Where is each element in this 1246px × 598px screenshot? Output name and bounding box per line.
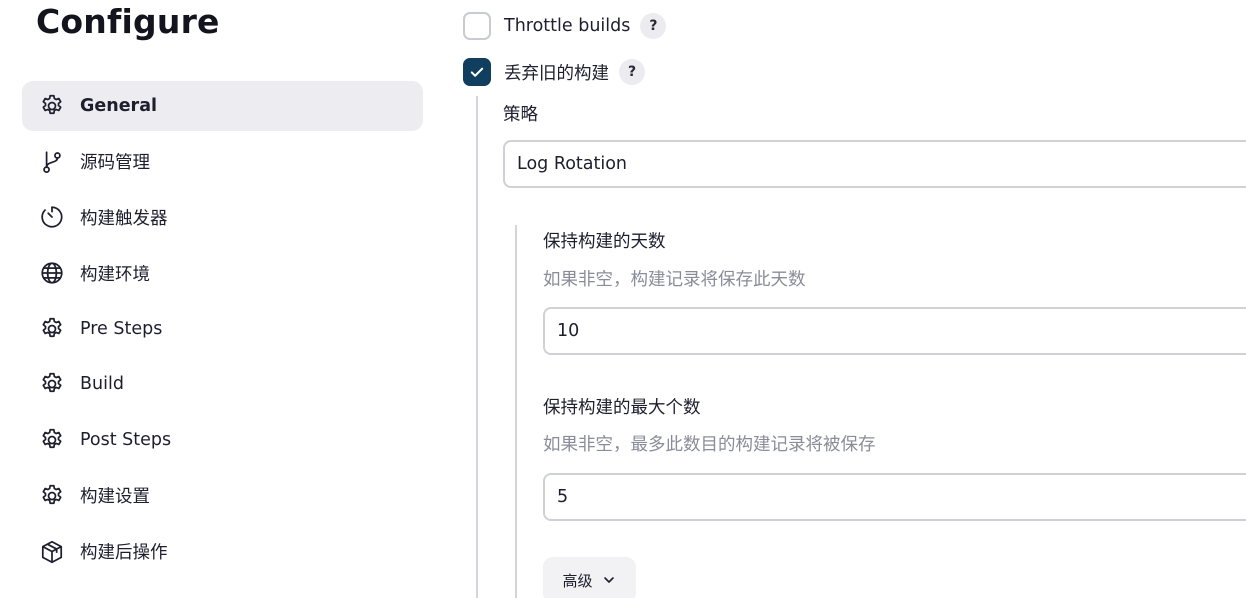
sidebar-item-label: Post Steps bbox=[80, 430, 172, 451]
section-indent-line bbox=[476, 96, 478, 598]
gear-icon bbox=[39, 483, 65, 509]
globe-icon bbox=[39, 260, 65, 286]
days-to-keep-description: 如果非空，构建记录将保存此天数 bbox=[543, 270, 806, 290]
strategy-select[interactable]: Log Rotation bbox=[503, 140, 1246, 188]
sidebar-item-label: Pre Steps bbox=[80, 318, 163, 339]
days-to-keep-input[interactable]: 10 bbox=[543, 307, 1246, 355]
advanced-button[interactable]: 高级 bbox=[543, 557, 636, 598]
help-icon[interactable]: ? bbox=[619, 59, 645, 85]
sidebar-item-post-steps[interactable]: Post Steps bbox=[22, 415, 423, 465]
throttle-builds-label: Throttle builds bbox=[504, 16, 631, 36]
help-icon[interactable]: ? bbox=[640, 13, 667, 39]
advanced-label: 高级 bbox=[562, 571, 593, 590]
sidebar-item-label: 构建后操作 bbox=[80, 543, 168, 563]
configure-page: Configure General 源码管理 构建触发器 构建环境 Pre St… bbox=[0, 0, 1246, 598]
package-icon bbox=[39, 539, 65, 565]
sidebar-nav: General 源码管理 构建触发器 构建环境 Pre Steps Build … bbox=[22, 81, 423, 582]
page-title: Configure bbox=[36, 2, 220, 41]
sidebar-item-label: 构建环境 bbox=[80, 264, 150, 285]
timer-icon bbox=[39, 204, 65, 230]
sidebar-item-build[interactable]: Build bbox=[22, 359, 423, 409]
sidebar-item-source-control[interactable]: 源码管理 bbox=[22, 137, 423, 187]
max-builds-label: 保持构建的最大个数 bbox=[543, 398, 701, 418]
sidebar-item-label: 构建设置 bbox=[80, 487, 150, 508]
sidebar-item-general[interactable]: General bbox=[22, 81, 423, 131]
sidebar-item-label: General bbox=[80, 96, 157, 116]
chevron-down-icon bbox=[603, 577, 614, 583]
subsection-indent-line bbox=[515, 225, 517, 598]
gear-icon bbox=[39, 427, 65, 453]
max-builds-description: 如果非空，最多此数目的构建记录将被保存 bbox=[543, 435, 876, 455]
git-branch-icon bbox=[39, 149, 65, 175]
sidebar-item-post-build-actions[interactable]: 构建后操作 bbox=[22, 527, 423, 577]
sidebar-item-build-settings[interactable]: 构建设置 bbox=[22, 471, 423, 521]
sidebar-item-label: Build bbox=[80, 374, 124, 395]
sidebar-item-pre-steps[interactable]: Pre Steps bbox=[22, 304, 423, 354]
gear-icon bbox=[39, 93, 65, 119]
check-icon bbox=[470, 67, 484, 77]
gear-icon bbox=[39, 371, 65, 397]
strategy-label: 策略 bbox=[503, 105, 538, 125]
discard-builds-checkbox[interactable] bbox=[463, 58, 491, 86]
max-builds-input[interactable]: 5 bbox=[543, 473, 1246, 521]
sidebar-item-label: 构建触发器 bbox=[80, 208, 168, 229]
discard-builds-row: 丢弃旧的构建 ? bbox=[463, 58, 645, 86]
days-to-keep-label: 保持构建的天数 bbox=[543, 232, 666, 252]
sidebar-item-build-environment[interactable]: 构建环境 bbox=[22, 248, 423, 298]
gear-icon bbox=[39, 316, 65, 342]
throttle-builds-checkbox[interactable] bbox=[463, 12, 491, 40]
sidebar-item-build-triggers[interactable]: 构建触发器 bbox=[22, 192, 423, 242]
throttle-builds-row: Throttle builds ? bbox=[463, 12, 667, 40]
discard-builds-label: 丢弃旧的构建 bbox=[504, 63, 609, 84]
sidebar-item-label: 源码管理 bbox=[80, 153, 150, 174]
